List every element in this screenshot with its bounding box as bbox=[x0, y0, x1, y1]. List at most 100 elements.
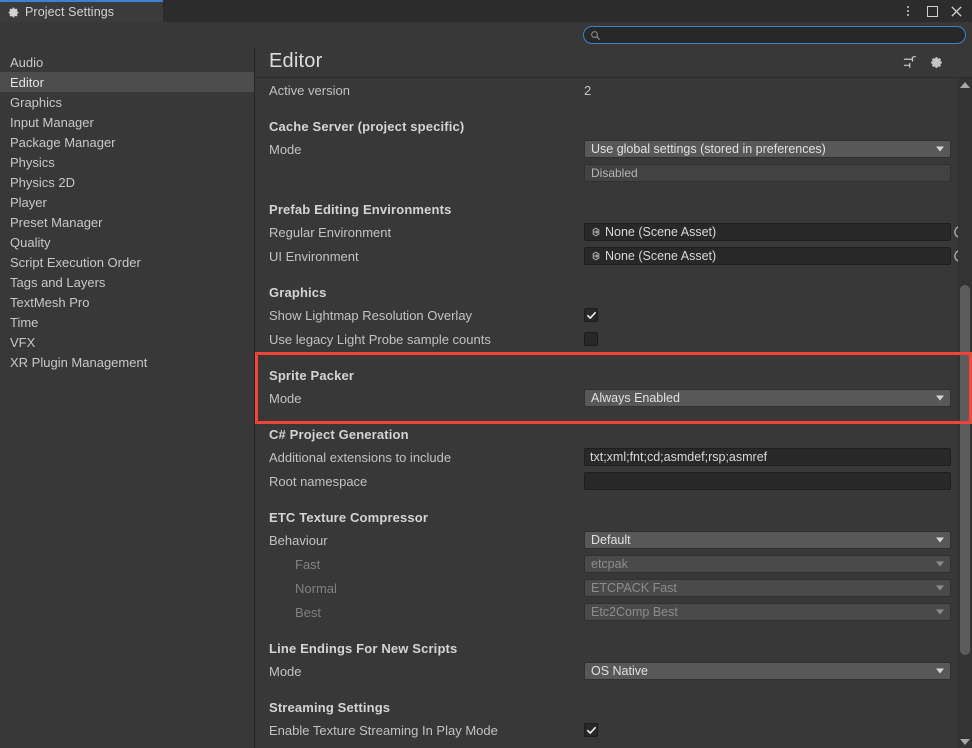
show-lightmap-overlay-checkbox[interactable] bbox=[584, 308, 598, 322]
etc-behaviour-dropdown[interactable]: Default bbox=[584, 531, 951, 549]
sidebar-item-label: TextMesh Pro bbox=[10, 294, 90, 310]
sidebar-item-label: XR Plugin Management bbox=[10, 354, 148, 370]
row-root-namespace: Root namespace bbox=[269, 469, 956, 493]
sidebar-item-time[interactable]: Time bbox=[0, 312, 254, 332]
scene-asset-icon bbox=[592, 251, 600, 261]
sidebar-item-vfx[interactable]: VFX bbox=[0, 332, 254, 352]
row-etc-best: Best Etc2Comp Best bbox=[269, 600, 956, 624]
content-clip-edge bbox=[256, 740, 972, 748]
section-header-line-endings: Line Endings For New Scripts bbox=[269, 641, 458, 656]
row-show-lightmap-overlay: Show Lightmap Resolution Overlay bbox=[269, 303, 956, 327]
regular-environment-value: None (Scene Asset) bbox=[605, 225, 717, 239]
gear-icon[interactable] bbox=[929, 55, 944, 70]
ui-environment-value: None (Scene Asset) bbox=[605, 249, 717, 263]
ui-environment-object-field[interactable]: None (Scene Asset) bbox=[584, 247, 967, 265]
row-cache-server-status: Disabled bbox=[269, 161, 956, 185]
section-header-graphics: Graphics bbox=[269, 285, 327, 300]
sidebar-item-label: Tags and Layers bbox=[10, 274, 106, 290]
sidebar-item-label: Player bbox=[10, 194, 47, 210]
section-header-prefab-editing-environments: Prefab Editing Environments bbox=[269, 202, 452, 217]
sidebar-item-label: Input Manager bbox=[10, 114, 94, 130]
additional-extensions-value: txt;xml;fnt;cd;asmdef;rsp;asmref bbox=[590, 450, 768, 464]
row-legacy-light-probe: Use legacy Light Probe sample counts bbox=[269, 327, 956, 351]
sidebar-item-textmesh-pro[interactable]: TextMesh Pro bbox=[0, 292, 254, 312]
cache-server-mode-label: Mode bbox=[269, 141, 302, 157]
sidebar-item-physics[interactable]: Physics bbox=[0, 152, 254, 172]
checkmark-icon bbox=[586, 311, 596, 319]
sidebar-item-label: Graphics bbox=[10, 94, 63, 110]
chevron-down-icon bbox=[936, 585, 944, 591]
additional-extensions-input[interactable]: txt;xml;fnt;cd;asmdef;rsp;asmref bbox=[584, 448, 951, 466]
section-header-sprite-packer: Sprite Packer bbox=[269, 368, 355, 383]
sidebar-item-physics-2d[interactable]: Physics 2D bbox=[0, 172, 254, 192]
panel-header: Editor bbox=[256, 48, 972, 78]
scroll-up-button[interactable] bbox=[958, 78, 972, 91]
row-etc-behaviour: Behaviour Default bbox=[269, 528, 956, 552]
scrollbar-thumb[interactable] bbox=[960, 285, 970, 655]
chevron-down-icon bbox=[936, 537, 944, 543]
etc-fast-dropdown[interactable]: etcpak bbox=[584, 555, 951, 573]
sidebar-item-audio[interactable]: Audio bbox=[0, 52, 254, 72]
window-controls bbox=[896, 0, 968, 22]
settings-category-sidebar: Audio Editor Graphics Input Manager Pack… bbox=[0, 48, 255, 748]
kebab-menu-icon bbox=[907, 6, 909, 16]
preset-sliders-icon[interactable] bbox=[902, 55, 917, 70]
search-input[interactable] bbox=[605, 27, 945, 43]
active-version-label: Active version bbox=[269, 82, 350, 98]
sprite-packer-mode-label: Mode bbox=[269, 390, 302, 406]
scene-asset-icon bbox=[592, 227, 600, 237]
sidebar-item-label: Script Execution Order bbox=[10, 254, 141, 270]
sidebar-item-package-manager[interactable]: Package Manager bbox=[0, 132, 254, 152]
section-header-streaming-settings: Streaming Settings bbox=[269, 700, 391, 715]
line-endings-mode-value: OS Native bbox=[591, 664, 648, 678]
search-box[interactable] bbox=[583, 26, 966, 44]
line-endings-mode-label: Mode bbox=[269, 663, 302, 679]
line-endings-mode-dropdown[interactable]: OS Native bbox=[584, 662, 951, 680]
vertical-scrollbar[interactable] bbox=[958, 78, 972, 748]
section-header-cache-server: Cache Server (project specific) bbox=[269, 119, 465, 134]
sidebar-item-player[interactable]: Player bbox=[0, 192, 254, 212]
panel-header-icons bbox=[902, 55, 944, 70]
sprite-packer-mode-value: Always Enabled bbox=[591, 391, 680, 405]
etc-normal-value: ETCPACK Fast bbox=[591, 581, 677, 595]
sprite-packer-mode-dropdown[interactable]: Always Enabled bbox=[584, 389, 951, 407]
tab-project-settings[interactable]: Project Settings bbox=[0, 0, 163, 22]
ui-environment-label: UI Environment bbox=[269, 248, 359, 264]
sidebar-item-input-manager[interactable]: Input Manager bbox=[0, 112, 254, 132]
row-line-endings-mode: Mode OS Native bbox=[269, 659, 956, 683]
row-regular-environment: Regular Environment None (Scene Asset) bbox=[269, 220, 967, 244]
kebab-menu-button[interactable] bbox=[896, 0, 920, 22]
sidebar-item-graphics[interactable]: Graphics bbox=[0, 92, 254, 112]
etc-best-dropdown[interactable]: Etc2Comp Best bbox=[584, 603, 951, 621]
sidebar-item-script-execution-order[interactable]: Script Execution Order bbox=[0, 252, 254, 272]
settings-content: Active version 2 Cache Server (project s… bbox=[256, 78, 967, 748]
streaming-play-mode-checkbox[interactable] bbox=[584, 723, 598, 737]
etc-normal-dropdown[interactable]: ETCPACK Fast bbox=[584, 579, 951, 597]
search-row bbox=[0, 22, 972, 48]
chevron-down-icon bbox=[936, 561, 944, 567]
sidebar-item-tags-and-layers[interactable]: Tags and Layers bbox=[0, 272, 254, 292]
root-namespace-input[interactable] bbox=[584, 472, 951, 490]
sidebar-item-quality[interactable]: Quality bbox=[0, 232, 254, 252]
cache-server-status-text: Disabled bbox=[591, 166, 638, 180]
close-button[interactable] bbox=[944, 0, 968, 22]
regular-environment-object-field[interactable]: None (Scene Asset) bbox=[584, 223, 967, 241]
legacy-light-probe-label: Use legacy Light Probe sample counts bbox=[269, 331, 491, 347]
sidebar-item-editor[interactable]: Editor bbox=[0, 72, 254, 92]
sidebar-item-preset-manager[interactable]: Preset Manager bbox=[0, 212, 254, 232]
legacy-light-probe-checkbox[interactable] bbox=[584, 332, 598, 346]
sidebar-item-xr-plugin-management[interactable]: XR Plugin Management bbox=[0, 352, 254, 372]
row-additional-extensions: Additional extensions to include txt;xml… bbox=[269, 445, 956, 469]
row-sprite-packer-mode: Mode Always Enabled bbox=[269, 386, 956, 410]
maximize-button[interactable] bbox=[920, 0, 944, 22]
etc-best-value: Etc2Comp Best bbox=[591, 605, 678, 619]
scroll-down-button[interactable] bbox=[958, 735, 972, 748]
cache-server-mode-dropdown[interactable]: Use global settings (stored in preferenc… bbox=[584, 140, 951, 158]
etc-fast-value: etcpak bbox=[591, 557, 628, 571]
root-namespace-label: Root namespace bbox=[269, 473, 368, 489]
chevron-down-icon bbox=[936, 609, 944, 615]
chevron-down-icon bbox=[936, 668, 944, 674]
